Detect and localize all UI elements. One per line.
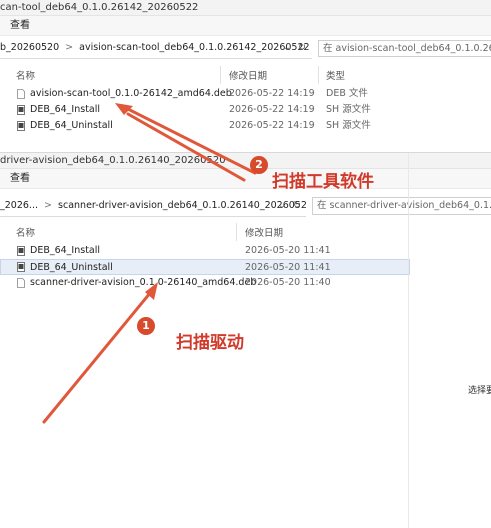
file-date: 2026-05-22 14:19 (229, 104, 315, 115)
file-name: scanner-driver-avision_0.1.0-26140_amd64… (30, 277, 257, 288)
file-row[interactable]: DEB_64_Install 2026-05-22 14:19 SH 源文件 (0, 102, 491, 118)
file-row[interactable]: DEB_64_Uninstall 2026-05-22 14:19 SH 源文件 (0, 118, 491, 134)
script-file-icon (17, 246, 25, 256)
script-file-icon (17, 121, 25, 131)
file-list: DEB_64_Install 2026-05-20 11:41 DEB_64_U… (0, 243, 410, 291)
script-file-icon (17, 105, 25, 115)
address-bar[interactable]: _2026... > scanner-driver-avision_deb64_… (0, 195, 306, 217)
step1-label: 扫描驱动 (176, 333, 244, 353)
file-row[interactable]: avision-scan-tool_0.1.0-26142_amd64.deb … (0, 86, 491, 102)
column-name[interactable]: 名称 (16, 68, 35, 82)
file-row[interactable]: DEB_64_Install 2026-05-20 11:41 (0, 243, 410, 259)
file-name: DEB_64_Install (30, 104, 101, 115)
file-icon (17, 278, 25, 288)
column-headers: 名称 修改日期 (0, 223, 410, 241)
file-name: avision-scan-tool_0.1.0-26142_amd64.deb (30, 88, 232, 99)
refresh-icon[interactable]: ↻ (293, 195, 301, 216)
chevron-down-icon[interactable]: ⌄ (278, 195, 286, 216)
file-type: DEB 文件 (326, 88, 368, 99)
step-badge-1: 1 (137, 317, 155, 335)
file-name: DEB_64_Uninstall (30, 120, 113, 131)
search-placeholder: 在 avision-scan-tool_deb64_0.1.0.26142_20… (323, 43, 491, 54)
breadcrumb-current[interactable]: avision-scan-tool_deb64_0.1.0.26142_2026… (79, 42, 309, 53)
file-date: 2026-05-22 14:19 (229, 120, 315, 131)
script-file-icon (17, 262, 25, 272)
address-bar[interactable]: b_20260520 > avision-scan-tool_deb64_0.1… (0, 37, 312, 59)
preview-hint: 选择要 (468, 386, 491, 396)
breadcrumb-prev[interactable]: b_20260520 (0, 42, 59, 53)
file-type: SH 源文件 (326, 104, 371, 115)
file-explorer-window-driver: driver-avision_deb64_0.1.0.26140_2026052… (0, 152, 491, 528)
column-modified[interactable]: 修改日期 (229, 68, 267, 82)
file-date: 2026-05-20 11:41 (245, 245, 331, 256)
file-row[interactable]: DEB_64_Uninstall 2026-05-20 11:41 (0, 259, 410, 275)
breadcrumb-prev[interactable]: _2026... (0, 200, 38, 211)
breadcrumb-separator: > (44, 200, 52, 211)
column-modified[interactable]: 修改日期 (245, 225, 283, 239)
column-divider (236, 223, 237, 241)
search-input[interactable]: 在 avision-scan-tool_deb64_0.1.0.26142_20… (318, 40, 491, 57)
file-icon (17, 89, 25, 99)
file-row[interactable]: scanner-driver-avision_0.1.0-26140_amd64… (0, 275, 410, 291)
chevron-down-icon[interactable]: ⌄ (283, 37, 291, 58)
file-type: SH 源文件 (326, 120, 371, 131)
refresh-icon[interactable]: ↻ (298, 37, 306, 58)
menu-view-label: 查看 (10, 20, 30, 31)
file-date: 2026-05-20 11:41 (245, 262, 331, 273)
breadcrumb-current[interactable]: scanner-driver-avision_deb64_0.1.0.26140… (58, 200, 306, 211)
menu-view-label: 查看 (10, 173, 30, 184)
file-explorer-window-scan-tool: can-tool_deb64_0.1.0.26142_20260522 查看 b… (0, 0, 491, 150)
preview-pane (408, 153, 491, 528)
column-type[interactable]: 类型 (326, 68, 345, 82)
step-badge-2: 2 (250, 156, 268, 174)
menu-view[interactable]: 查看 (0, 16, 491, 36)
file-name: DEB_64_Install (30, 245, 101, 256)
column-divider (220, 66, 221, 84)
file-name: DEB_64_Uninstall (30, 262, 113, 273)
step2-label: 扫描工具软件 (272, 172, 374, 192)
column-divider (318, 66, 319, 84)
window-title: can-tool_deb64_0.1.0.26142_20260522 (0, 0, 491, 16)
file-date: 2026-05-20 11:40 (245, 277, 331, 288)
column-name[interactable]: 名称 (16, 225, 35, 239)
file-date: 2026-05-22 14:19 (229, 88, 315, 99)
file-list: avision-scan-tool_0.1.0-26142_amd64.deb … (0, 86, 491, 134)
column-headers: 名称 修改日期 类型 (0, 66, 491, 84)
breadcrumb-separator: > (65, 42, 74, 53)
